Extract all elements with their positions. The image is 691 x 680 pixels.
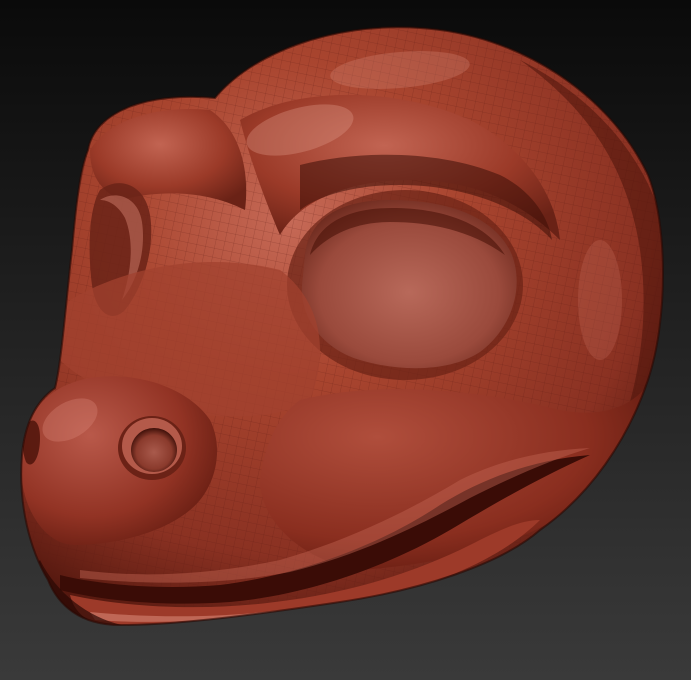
- sculpt-render: [0, 0, 691, 680]
- near-nostril: [131, 428, 177, 472]
- cheek-specular: [578, 240, 622, 360]
- zbrush-viewport[interactable]: [0, 0, 691, 680]
